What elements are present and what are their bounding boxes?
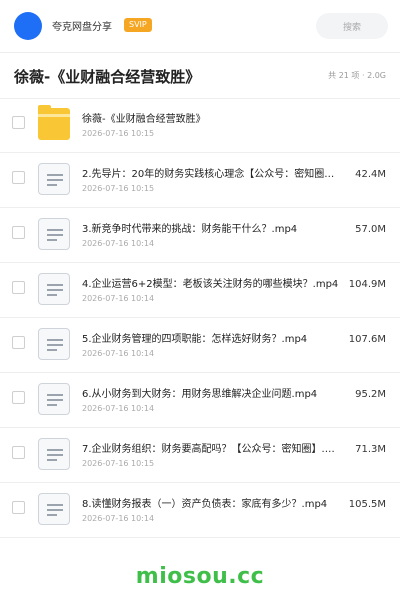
- select-checkbox[interactable]: [12, 116, 25, 129]
- select-checkbox[interactable]: [12, 336, 25, 349]
- list-item[interactable]: 5.企业财务管理的四项职能：怎样选好财务？.mp4 2026-07-16 10:…: [0, 318, 400, 373]
- select-checkbox[interactable]: [12, 171, 25, 184]
- select-checkbox[interactable]: [12, 281, 25, 294]
- list-item[interactable]: 7.企业财务组织：财务要高配吗？【公众号：密知圈】.mp4 2026-07-16…: [0, 428, 400, 483]
- item-date: 2026-07-16 10:15: [82, 129, 155, 138]
- document-icon: [38, 438, 70, 470]
- select-checkbox[interactable]: [12, 226, 25, 239]
- item-name: 3.新竞争时代带来的挑战：财务能干什么？.mp4: [82, 224, 298, 235]
- list-item[interactable]: 8.读懂财务报表（一）资产负债表：家底有多少？.mp4 2026-07-16 1…: [0, 483, 400, 538]
- folder-header: 徐薇-《业财融合经营致胜》 共 21 项 · 2.0G: [0, 52, 400, 99]
- item-name: 5.企业财务管理的四项职能：怎样选好财务？.mp4: [82, 334, 308, 345]
- document-icon: [38, 383, 70, 415]
- item-date: 2026-07-16 10:14: [82, 239, 155, 248]
- item-name: 8.读懂财务报表（一）资产负债表：家底有多少？.mp4: [82, 499, 328, 510]
- item-date: 2026-07-16 10:14: [82, 294, 155, 303]
- item-size: 95.2M: [355, 389, 386, 400]
- document-icon: [38, 328, 70, 360]
- brand-name: 夸克网盘分享: [52, 22, 112, 33]
- item-name: 4.企业运营6+2模型：老板该关注财务的哪些模块？.mp4: [82, 279, 339, 290]
- select-checkbox[interactable]: [12, 446, 25, 459]
- avatar[interactable]: [14, 12, 42, 40]
- item-name: 7.企业财务组织：财务要高配吗？【公众号：密知圈】.mp4: [82, 444, 344, 455]
- svip-badge: SVIP: [124, 18, 152, 32]
- item-size: 105.5M: [348, 499, 386, 510]
- document-icon: [38, 493, 70, 525]
- item-date: 2026-07-16 10:14: [82, 514, 155, 523]
- item-date: 2026-07-16 10:14: [82, 349, 155, 358]
- item-size: 107.6M: [348, 334, 386, 345]
- list-item[interactable]: 6.从小财务到大财务：用财务思维解决企业问题.mp4 2026-07-16 10…: [0, 373, 400, 428]
- page-title: 徐薇-《业财融合经营致胜》: [14, 68, 201, 86]
- list-item[interactable]: 2.先导片：20年的财务实践核心理念【公众号：密知圈】.mp4 2026-07-…: [0, 153, 400, 208]
- item-name: 6.从小财务到大财务：用财务思维解决企业问题.mp4: [82, 389, 318, 400]
- item-date: 2026-07-16 10:14: [82, 404, 155, 413]
- search-button[interactable]: 搜索: [316, 13, 388, 39]
- item-name: 徐薇-《业财融合经营致胜》: [82, 114, 206, 125]
- document-icon: [38, 218, 70, 250]
- item-size: 42.4M: [355, 169, 386, 180]
- select-checkbox[interactable]: [12, 501, 25, 514]
- item-size: 57.0M: [355, 224, 386, 235]
- list-item[interactable]: 4.企业运营6+2模型：老板该关注财务的哪些模块？.mp4 2026-07-16…: [0, 263, 400, 318]
- list-item[interactable]: 3.新竞争时代带来的挑战：财务能干什么？.mp4 2026-07-16 10:1…: [0, 208, 400, 263]
- list-item[interactable]: 徐薇-《业财融合经营致胜》 2026-07-16 10:15: [0, 98, 400, 153]
- document-icon: [38, 163, 70, 195]
- select-checkbox[interactable]: [12, 391, 25, 404]
- file-list: 徐薇-《业财融合经营致胜》 2026-07-16 10:15 2.先导片：20年…: [0, 98, 400, 538]
- item-size: 104.9M: [348, 279, 386, 290]
- item-date: 2026-07-16 10:15: [82, 184, 155, 193]
- watermark: miosou.cc: [135, 564, 265, 589]
- item-size: 71.3M: [355, 444, 386, 455]
- app-header: 夸克网盘分享 SVIP 搜索: [0, 0, 400, 53]
- folder-meta: 共 21 项 · 2.0G: [328, 71, 386, 80]
- document-icon: [38, 273, 70, 305]
- item-name: 2.先导片：20年的财务实践核心理念【公众号：密知圈】.mp4: [82, 169, 344, 180]
- item-date: 2026-07-16 10:15: [82, 459, 155, 468]
- folder-icon: [38, 105, 70, 140]
